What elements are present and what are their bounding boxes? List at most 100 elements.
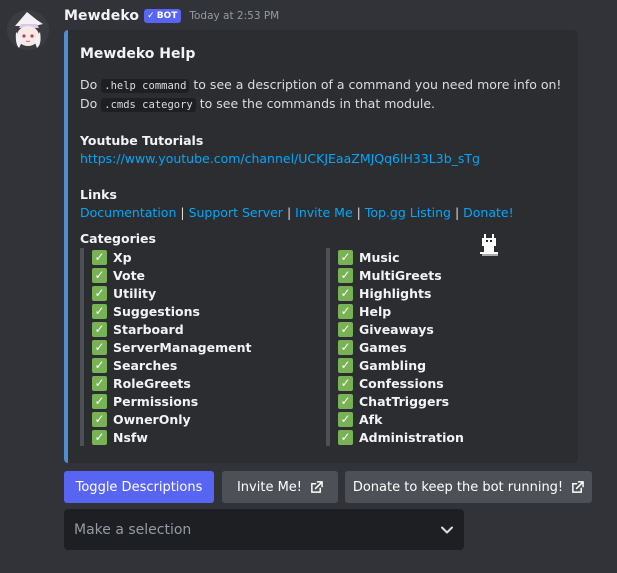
donate-link[interactable]: Donate!: [463, 205, 513, 220]
desc-text: to see a description of a command you ne…: [189, 77, 562, 92]
avatar[interactable]: [7, 10, 49, 50]
category-item: ✓ Starboard: [92, 320, 251, 338]
category-item: ✓ Administration: [338, 428, 464, 446]
description-line-2: Do .cmds category to see the commands in…: [80, 96, 436, 112]
donate-button[interactable]: Donate to keep the bot running!: [345, 471, 592, 503]
white-check-mark-icon: ✓: [338, 249, 353, 265]
category-item: ✓ ServerManagement: [92, 338, 251, 356]
category-label: Permissions: [113, 393, 199, 409]
category-label: Utility: [113, 285, 157, 301]
separator: |: [454, 205, 460, 220]
white-check-mark-icon: ✓: [92, 357, 107, 373]
desc-text: to see the commands in that module.: [195, 96, 436, 111]
category-label: Searches: [113, 357, 178, 373]
category-label: Gambling: [359, 357, 427, 373]
category-item: ✓ Confessions: [338, 374, 464, 392]
category-label: Help: [359, 303, 392, 319]
category-item: ✓ Vote: [92, 266, 251, 284]
category-label: Highlights: [359, 285, 432, 301]
categories-right-column: ✓ Music ✓ MultiGreets ✓ Highlights ✓ Help ✓ Givea…: [326, 248, 464, 446]
inline-code: .help command: [101, 79, 190, 93]
topgg-link[interactable]: Top.gg Listing: [365, 205, 451, 220]
white-check-mark-icon: ✓: [338, 339, 353, 355]
white-check-mark-icon: ✓: [338, 429, 353, 445]
separator: |: [286, 205, 292, 220]
category-label: RoleGreets: [113, 375, 191, 391]
white-check-mark-icon: ✓: [338, 375, 353, 391]
youtube-link[interactable]: https://www.youtube.com/channel/UCKJEaaZ…: [80, 151, 480, 166]
white-check-mark-icon: ✓: [92, 375, 107, 391]
category-label: OwnerOnly: [113, 411, 191, 427]
category-label: Afk: [359, 411, 383, 427]
category-item: ✓ ChatTriggers: [338, 392, 464, 410]
category-item: ✓ Xp: [92, 248, 251, 266]
category-label: Giveaways: [359, 321, 434, 337]
donate-label: Donate to keep the bot running!: [352, 479, 564, 495]
category-label: Xp: [113, 249, 132, 265]
white-check-mark-icon: ✓: [338, 303, 353, 319]
category-label: Confessions: [359, 375, 444, 391]
toggle-descriptions-label: Toggle Descriptions: [75, 479, 203, 495]
invite-me-link[interactable]: Invite Me: [295, 205, 353, 220]
category-item: ✓ Afk: [338, 410, 464, 428]
category-label: Vote: [113, 267, 146, 283]
white-check-mark-icon: ✓: [338, 393, 353, 409]
category-item: ✓ Help: [338, 302, 464, 320]
white-check-mark-icon: ✓: [92, 339, 107, 355]
category-item: ✓ Nsfw: [92, 428, 251, 446]
support-server-link[interactable]: Support Server: [189, 205, 283, 220]
category-label: Suggestions: [113, 303, 200, 319]
links-field: Documentation | Support Server | Invite …: [80, 205, 514, 220]
pixel-cat-icon: [480, 234, 498, 256]
white-check-mark-icon: ✓: [92, 321, 107, 337]
white-check-mark-icon: ✓: [338, 357, 353, 373]
category-item: ✓ Permissions: [92, 392, 251, 410]
invite-me-label: Invite Me!: [236, 479, 303, 495]
category-label: Music: [359, 249, 400, 265]
avatar-image: [7, 10, 49, 50]
white-check-mark-icon: ✓: [92, 267, 107, 283]
white-check-mark-icon: ✓: [92, 249, 107, 265]
white-check-mark-icon: ✓: [92, 303, 107, 319]
category-label: ChatTriggers: [359, 393, 450, 409]
category-item: ✓ Suggestions: [92, 302, 251, 320]
white-check-mark-icon: ✓: [338, 285, 353, 301]
categories-left-column: ✓ Xp ✓ Vote ✓ Utility ✓ Suggestions ✓ Starboard ✓ S…: [80, 248, 251, 446]
separator: |: [356, 205, 361, 220]
category-label: Starboard: [113, 321, 184, 337]
username[interactable]: Mewdeko: [64, 8, 139, 24]
category-item: ✓ RoleGreets: [92, 374, 251, 392]
category-item: ✓ Games: [338, 338, 464, 356]
invite-me-button[interactable]: Invite Me!: [222, 471, 338, 503]
timestamp: Today at 2:53 PM: [189, 10, 280, 22]
category-label: Nsfw: [113, 429, 148, 445]
external-link-icon: [572, 480, 584, 493]
desc-text: Do: [80, 77, 102, 92]
category-item: ✓ Highlights: [338, 284, 464, 302]
message-header: Mewdeko ✓ BOT Today at 2:53 PM: [64, 7, 279, 25]
youtube-field: https://www.youtube.com/channel/UCKJEaaZ…: [80, 151, 480, 166]
documentation-link[interactable]: Documentation: [80, 205, 176, 220]
separator: |: [180, 205, 185, 220]
links-heading: Links: [80, 187, 117, 202]
white-check-mark-icon: ✓: [92, 393, 107, 409]
white-check-mark-icon: ✓: [338, 321, 353, 337]
embed-title: Mewdeko Help: [80, 46, 196, 62]
toggle-descriptions-button[interactable]: Toggle Descriptions: [64, 471, 214, 503]
white-check-mark-icon: ✓: [338, 267, 353, 283]
white-check-mark-icon: ✓: [92, 285, 107, 301]
external-link-icon: [311, 480, 323, 493]
category-item: ✓ Utility: [92, 284, 251, 302]
category-label: Administration: [359, 429, 464, 445]
description-line-1: Do .help command to see a description of…: [80, 77, 562, 93]
category-label: Games: [359, 339, 407, 355]
category-item: ✓ Gambling: [338, 356, 464, 374]
chevron-down-icon: [441, 526, 453, 533]
category-select[interactable]: Make a selection: [64, 509, 464, 550]
category-label: ServerManagement: [113, 339, 252, 355]
category-item: ✓ Searches: [92, 356, 251, 374]
category-label: MultiGreets: [359, 267, 442, 283]
category-item: ✓ Music: [338, 248, 464, 266]
verified-check-icon: ✓: [147, 11, 155, 21]
category-item: ✓ Giveaways: [338, 320, 464, 338]
